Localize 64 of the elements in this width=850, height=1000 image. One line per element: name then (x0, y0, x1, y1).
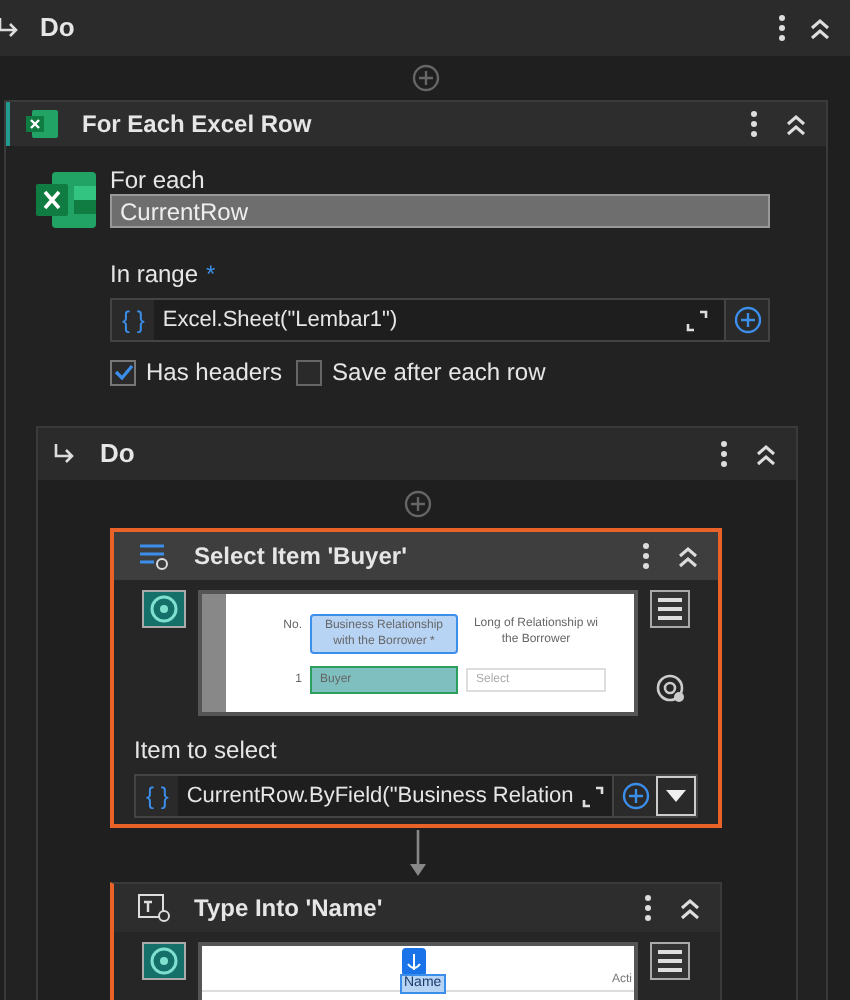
target-app-icon (142, 590, 186, 628)
double-chevron-up-icon (678, 897, 702, 919)
caret-down-icon (666, 790, 686, 802)
target-icon (655, 674, 685, 704)
activity-title: Type Into 'Name' (194, 892, 385, 926)
add-activity-icon (733, 306, 761, 334)
add-activity-icon (411, 64, 439, 92)
expression-field[interactable]: { } Excel.Sheet("Lembar1") (110, 298, 770, 342)
expression-value: Excel.Sheet("Lembar1") (162, 305, 400, 336)
target-button[interactable] (655, 674, 685, 704)
collapse-button[interactable] (806, 14, 834, 42)
checkbox-label: Save after each row (332, 356, 546, 390)
expression-value: CurrentRow.ByField("Business Relation (186, 781, 574, 812)
add-activity-button[interactable] (403, 490, 431, 518)
expand-icon (581, 785, 604, 807)
more-options-icon (750, 110, 758, 138)
collapse-button[interactable] (782, 110, 810, 138)
collapse-button[interactable] (752, 440, 780, 468)
arrow-icon (0, 16, 20, 40)
activity-title: Select Item 'Buyer' (194, 540, 409, 574)
add-activity-icon (621, 782, 649, 810)
add-activity-icon (403, 490, 431, 518)
field-label: For each (110, 166, 207, 194)
expand-button[interactable] (581, 785, 604, 807)
expression-mark: { } (120, 304, 147, 338)
connector-arrow (407, 830, 427, 878)
checkmark-icon (113, 364, 133, 380)
more-options-icon (644, 894, 652, 922)
dropdown-button[interactable] (656, 776, 696, 816)
double-chevron-up-icon (784, 113, 808, 135)
double-chevron-up-icon (676, 545, 700, 567)
spreadsheet-icon (36, 172, 96, 228)
checkbox-label: Has headers (146, 356, 283, 390)
checkbox[interactable] (296, 359, 323, 385)
menu-icon (650, 590, 690, 628)
spreadsheet-icon (26, 110, 58, 138)
more-options-icon (778, 14, 786, 42)
add-activity-button[interactable] (411, 64, 439, 92)
page-sidebar-strip (202, 594, 226, 712)
text-input-icon (138, 894, 170, 922)
arrow-icon (52, 442, 76, 466)
list-select-icon (138, 542, 170, 570)
expression-field[interactable]: { } CurrentRow.ByField("Business Relation (134, 774, 698, 818)
menu-button[interactable] (650, 942, 690, 980)
field-label: Item to select (134, 734, 279, 768)
more-options-icon (720, 440, 728, 468)
required-mark: * (206, 258, 216, 292)
variable-input[interactable]: CurrentRow (110, 194, 770, 228)
field-label: In range (110, 258, 199, 292)
more-options-icon (642, 542, 650, 570)
scope-title: Do (100, 436, 137, 473)
activity-title: For Each Excel Row (82, 108, 314, 142)
expand-button[interactable] (686, 309, 708, 331)
menu-icon (650, 942, 690, 980)
double-chevron-up-icon (754, 443, 778, 465)
menu-button[interactable] (650, 590, 690, 628)
collapse-button[interactable] (674, 542, 702, 570)
double-chevron-up-icon (808, 17, 832, 39)
expand-icon (686, 309, 708, 331)
scope-title: Do (40, 10, 77, 47)
checkbox[interactable] (110, 359, 136, 385)
expression-mark: { } (144, 780, 171, 814)
collapse-button[interactable] (676, 894, 704, 922)
target-app-icon (142, 942, 186, 980)
